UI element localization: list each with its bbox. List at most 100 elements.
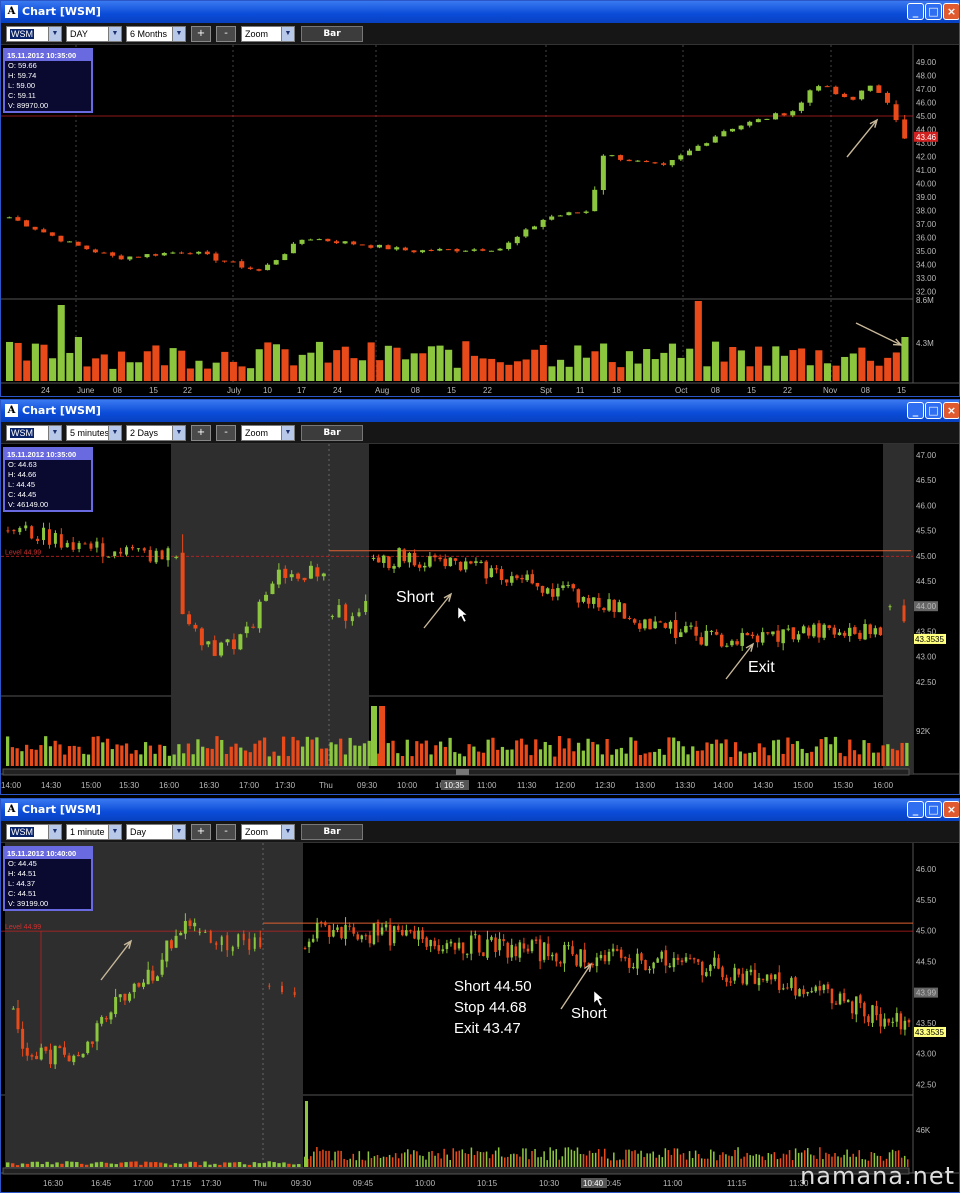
volume-bar xyxy=(158,744,162,766)
close-button[interactable]: × xyxy=(943,402,959,419)
maximize-button[interactable]: □ xyxy=(925,3,942,20)
time-axis-label: 08 xyxy=(113,386,122,395)
candle xyxy=(376,557,381,563)
candle xyxy=(113,551,117,556)
volume-bar xyxy=(524,744,528,766)
candle xyxy=(530,940,534,952)
level-label: Level 44.99 xyxy=(5,924,41,931)
candle xyxy=(387,556,391,569)
close-button[interactable]: × xyxy=(943,3,959,20)
volume-bar xyxy=(515,740,519,766)
price-tick-label: 45.50 xyxy=(916,527,937,536)
symbol-select[interactable]: WSM ▼ xyxy=(6,425,62,441)
time-axis-label: 16:00 xyxy=(873,781,894,790)
volume-bar xyxy=(779,1158,782,1167)
candle xyxy=(142,982,146,987)
candle xyxy=(810,991,813,993)
volume-bar xyxy=(706,1158,709,1167)
volume-bar xyxy=(528,1159,530,1167)
volume-bar xyxy=(297,1164,301,1167)
zoom-out-button[interactable]: - xyxy=(216,26,236,42)
zoom-select[interactable]: Zoom ▼ xyxy=(241,824,295,840)
candle xyxy=(842,632,847,636)
time-axis-label: 24 xyxy=(41,386,50,395)
bar-type-button[interactable]: Bar xyxy=(301,425,363,441)
close-button[interactable]: × xyxy=(943,801,959,818)
interval-select[interactable]: DAY ▼ xyxy=(66,26,122,42)
candle xyxy=(16,1008,20,1030)
candle xyxy=(563,944,566,964)
bar-type-button[interactable]: Bar xyxy=(301,824,363,840)
volume-bar xyxy=(755,346,763,381)
zoom-select[interactable]: Zoom ▼ xyxy=(241,425,295,441)
volume-bar xyxy=(403,1152,406,1167)
candle xyxy=(372,923,376,945)
minimize-button[interactable]: _ xyxy=(907,801,924,818)
time-axis-label: 09:30 xyxy=(291,1179,312,1188)
interval-select[interactable]: 5 minutes ▼ xyxy=(66,425,122,441)
candle xyxy=(188,920,192,926)
symbol-select[interactable]: WSM ▼ xyxy=(6,824,62,840)
daily-chart[interactable]: 49.0048.0047.0046.0045.0044.0043.0042.00… xyxy=(1,45,959,396)
range-select[interactable]: 6 Months ▼ xyxy=(126,26,186,42)
volume-bar xyxy=(643,349,651,381)
maximize-button[interactable]: □ xyxy=(925,801,942,818)
volume-bar xyxy=(810,751,814,766)
range-select[interactable]: 2 Days ▼ xyxy=(126,425,186,441)
time-axis-label: 08 xyxy=(411,386,420,395)
zoom-out-button[interactable]: - xyxy=(216,425,236,441)
candle xyxy=(753,969,757,984)
candle xyxy=(664,950,668,966)
interval-select[interactable]: 1 minute ▼ xyxy=(66,824,122,840)
volume-bar xyxy=(163,1163,168,1167)
candle xyxy=(863,624,867,640)
candle xyxy=(30,526,34,539)
bar-type-button[interactable]: Bar xyxy=(301,26,363,42)
price-tick-label: 45.00 xyxy=(916,552,937,561)
candle xyxy=(755,635,760,643)
candle xyxy=(567,945,570,947)
title-bar[interactable]: A Chart [WSM] _ □ × xyxy=(1,1,959,23)
zoom-in-button[interactable]: + xyxy=(191,26,211,42)
volume-bar xyxy=(188,1161,192,1167)
title-bar[interactable]: A Chart [WSM] _ □ × xyxy=(1,400,959,422)
volume-bar xyxy=(634,1150,636,1167)
candle xyxy=(463,250,469,252)
candle xyxy=(561,585,565,588)
volume-bar xyxy=(14,342,22,381)
app-icon: A xyxy=(5,5,18,18)
title-bar[interactable]: A Chart [WSM] _ □ × xyxy=(1,799,959,821)
zoom-select[interactable]: Zoom ▼ xyxy=(241,26,295,42)
candle xyxy=(469,561,473,564)
volume-bar xyxy=(324,362,332,381)
volume-bar xyxy=(400,756,405,766)
volume-bar xyxy=(540,1156,542,1167)
zoom-in-button[interactable]: + xyxy=(191,824,211,840)
minimize-button[interactable]: _ xyxy=(907,3,924,20)
five-minute-chart[interactable]: 47.0046.5046.0045.5045.0044.5044.0043.50… xyxy=(1,444,959,794)
volume-bar xyxy=(49,358,57,381)
volume-bar xyxy=(585,1155,588,1167)
volume-bar xyxy=(341,346,349,381)
time-axis-label: 13:30 xyxy=(675,781,696,790)
candle xyxy=(479,561,483,563)
candle xyxy=(153,254,159,256)
volume-bar xyxy=(677,357,685,381)
candle xyxy=(95,541,99,548)
volume-bar xyxy=(126,362,134,381)
minimize-button[interactable]: _ xyxy=(907,402,924,419)
candle xyxy=(316,239,322,241)
range-select[interactable]: Day ▼ xyxy=(126,824,186,840)
zoom-in-button[interactable]: + xyxy=(191,425,211,441)
symbol-select[interactable]: WSM ▼ xyxy=(6,26,62,42)
volume-bar xyxy=(737,350,745,381)
chart-window-1min: A Chart [WSM] _ □ × WSM ▼ 1 minute ▼ Day ▼ … xyxy=(0,798,960,1193)
maximize-button[interactable]: □ xyxy=(925,402,942,419)
zoom-out-button[interactable]: - xyxy=(216,824,236,840)
candle xyxy=(119,551,123,554)
volume-bar xyxy=(470,355,479,381)
candle xyxy=(356,934,359,940)
volume-bar xyxy=(565,366,573,381)
volume-bar xyxy=(63,754,67,766)
one-minute-chart[interactable]: 46.0045.5045.0044.5044.0043.5043.0042.50… xyxy=(1,843,959,1192)
